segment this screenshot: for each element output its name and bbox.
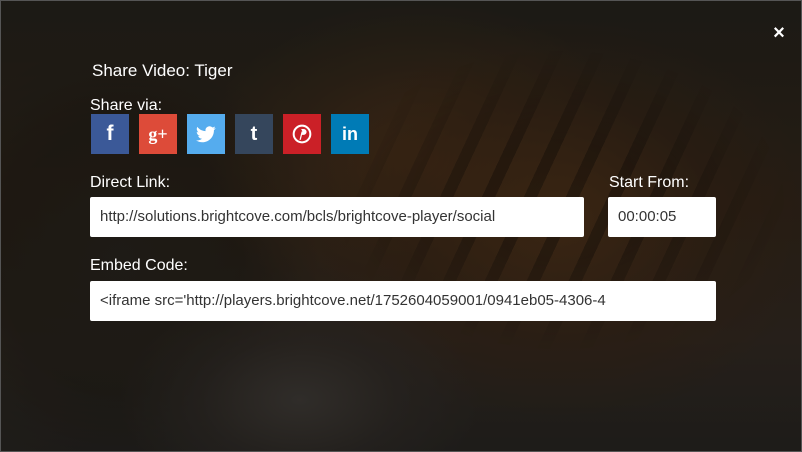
embed-code-label: Embed Code: <box>90 257 188 274</box>
facebook-icon[interactable]: f <box>91 114 129 154</box>
pinterest-icon[interactable] <box>283 114 321 154</box>
embed-code-input[interactable]: <iframe src='http://players.brightcove.n… <box>90 281 716 321</box>
start-from-label: Start From: <box>609 174 690 191</box>
share-title: Share Video: Tiger <box>92 61 233 80</box>
pinterest-p-icon <box>292 124 312 144</box>
twitter-bird-icon <box>196 125 216 142</box>
embed-code-value: <iframe src='http://players.brightcove.n… <box>100 292 606 309</box>
close-icon[interactable]: × <box>771 23 787 43</box>
share-via-label: Share via: <box>90 97 163 114</box>
tumblr-icon[interactable]: t <box>235 114 273 154</box>
direct-link-value: http://solutions.brightcove.com/bcls/bri… <box>100 208 496 225</box>
direct-link-input[interactable]: http://solutions.brightcove.com/bcls/bri… <box>90 197 584 237</box>
start-from-value: 00:00:05 <box>618 208 677 225</box>
share-overlay: × Share Video: Tiger Share via: f g+ t i… <box>0 0 802 452</box>
google-plus-icon[interactable]: g+ <box>139 114 177 154</box>
share-buttons: f g+ t in <box>91 114 369 154</box>
direct-link-label: Direct Link: <box>90 174 171 191</box>
linkedin-icon[interactable]: in <box>331 114 369 154</box>
twitter-icon[interactable] <box>187 114 225 154</box>
start-from-input[interactable]: 00:00:05 <box>608 197 716 237</box>
